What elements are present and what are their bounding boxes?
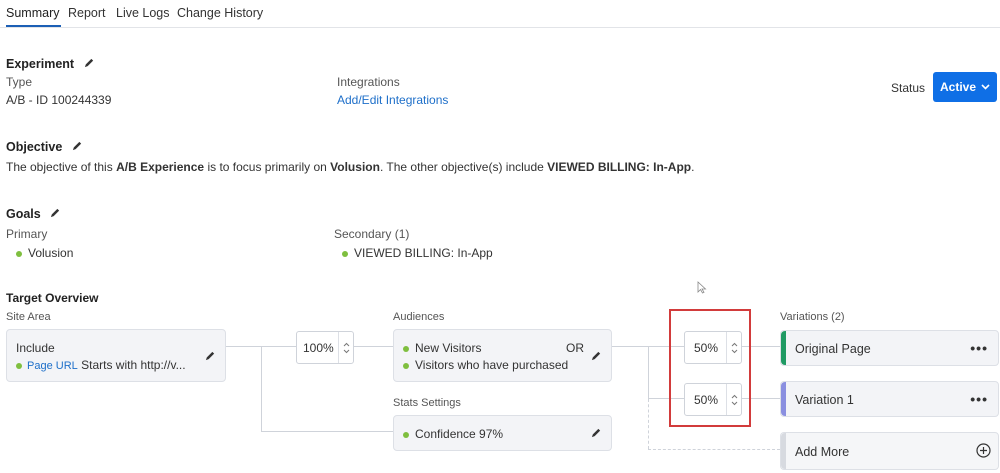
audience-item: Visitors who have purchased <box>403 358 568 372</box>
primary-goal-item: Volusion <box>16 246 73 260</box>
chevron-down-icon[interactable] <box>343 349 350 354</box>
secondary-goal-label: Secondary (1) <box>334 227 410 241</box>
edit-experiment-icon[interactable] <box>84 57 95 68</box>
connector-line <box>261 346 262 432</box>
site-area-label: Site Area <box>6 311 51 323</box>
site-area-card[interactable]: Include Page URL Starts with http://v... <box>6 329 226 382</box>
audience-operator: OR <box>566 341 584 355</box>
variation-split-stepper[interactable]: 50% <box>684 383 742 416</box>
chevron-up-icon[interactable] <box>343 342 350 347</box>
stats-dot-icon <box>403 431 409 438</box>
secondary-goal-item: VIEWED BILLING: In-App <box>342 246 493 260</box>
target-overview-heading: Target Overview <box>6 291 99 305</box>
stats-item: Confidence 97% <box>403 427 503 441</box>
chevron-down-icon <box>981 84 990 90</box>
audience-dot-icon <box>403 362 409 369</box>
add-edit-integrations-link[interactable]: Add/Edit Integrations <box>337 93 448 107</box>
goal-dot-icon <box>16 250 22 257</box>
active-tab-indicator <box>6 25 61 27</box>
split-value: 50% <box>694 341 719 355</box>
tab-live-logs[interactable]: Live Logs <box>116 6 170 20</box>
stats-settings-card[interactable]: Confidence 97% <box>393 415 612 451</box>
variation-color-bar <box>781 382 786 416</box>
goal-dot-icon <box>342 250 348 257</box>
type-value: A/B - ID 100244339 <box>6 93 112 107</box>
rule-dot-icon <box>16 362 22 369</box>
variations-label: Variations (2) <box>780 311 845 323</box>
audience-item: New Visitors <box>403 341 481 355</box>
edit-objective-icon[interactable] <box>72 140 83 151</box>
chevron-up-icon[interactable] <box>731 394 738 399</box>
experiment-heading: Experiment <box>6 57 95 71</box>
variation-card[interactable]: Original Page ••• <box>780 330 999 366</box>
connector-line-dashed <box>648 399 649 449</box>
edit-audiences-icon[interactable] <box>591 350 602 361</box>
stats-settings-label: Stats Settings <box>393 397 461 409</box>
more-options-icon[interactable]: ••• <box>970 341 988 355</box>
audiences-label: Audiences <box>393 311 445 323</box>
variation-color-bar <box>781 331 786 365</box>
integrations-label: Integrations <box>337 75 400 89</box>
tab-report[interactable]: Report <box>68 6 106 20</box>
add-more-label: Add More <box>795 445 850 459</box>
site-percent-value: 100% <box>303 341 334 355</box>
connector-line-dashed <box>648 449 780 450</box>
primary-goal-label: Primary <box>6 227 48 241</box>
tab-bar: Summary Report Live Logs Change History <box>0 0 1000 28</box>
audiences-card[interactable]: New Visitors OR Visitors who have purcha… <box>393 329 612 382</box>
edit-goals-icon[interactable] <box>50 207 61 218</box>
variation-split-stepper[interactable]: 50% <box>684 331 742 364</box>
edit-stats-icon[interactable] <box>591 427 602 438</box>
plus-circle-icon[interactable] <box>976 443 991 458</box>
tab-summary[interactable]: Summary <box>6 6 59 20</box>
site-percent-stepper[interactable]: 100% <box>296 331 354 364</box>
tab-change-history[interactable]: Change History <box>177 6 263 20</box>
chevron-down-icon[interactable] <box>731 401 738 406</box>
connector-line <box>353 346 393 347</box>
connector-line <box>648 346 649 398</box>
variation-card[interactable]: Variation 1 ••• <box>780 381 999 417</box>
objective-text: The objective of this A/B Experience is … <box>6 160 695 174</box>
chevron-up-icon[interactable] <box>731 342 738 347</box>
status-dropdown[interactable]: Active <box>933 72 997 102</box>
audience-dot-icon <box>403 345 409 352</box>
chevron-down-icon[interactable] <box>731 349 738 354</box>
split-value: 50% <box>694 393 719 407</box>
site-rule: Page URL Starts with http://v... <box>16 358 186 372</box>
status-value: Active <box>939 80 977 94</box>
mouse-cursor-icon <box>697 281 707 294</box>
variation-name: Variation 1 <box>795 393 854 407</box>
variation-name: Original Page <box>795 342 871 356</box>
objective-heading: Objective <box>6 140 83 154</box>
status-label: Status <box>891 81 926 95</box>
add-more-variation-button[interactable]: Add More <box>780 432 999 470</box>
goals-heading: Goals <box>6 207 61 221</box>
connector-line <box>261 431 393 432</box>
more-options-icon[interactable]: ••• <box>970 392 988 406</box>
type-label: Type <box>6 75 33 89</box>
variation-color-bar <box>781 433 786 469</box>
site-include-label: Include <box>16 341 55 355</box>
edit-site-area-icon[interactable] <box>205 350 216 361</box>
